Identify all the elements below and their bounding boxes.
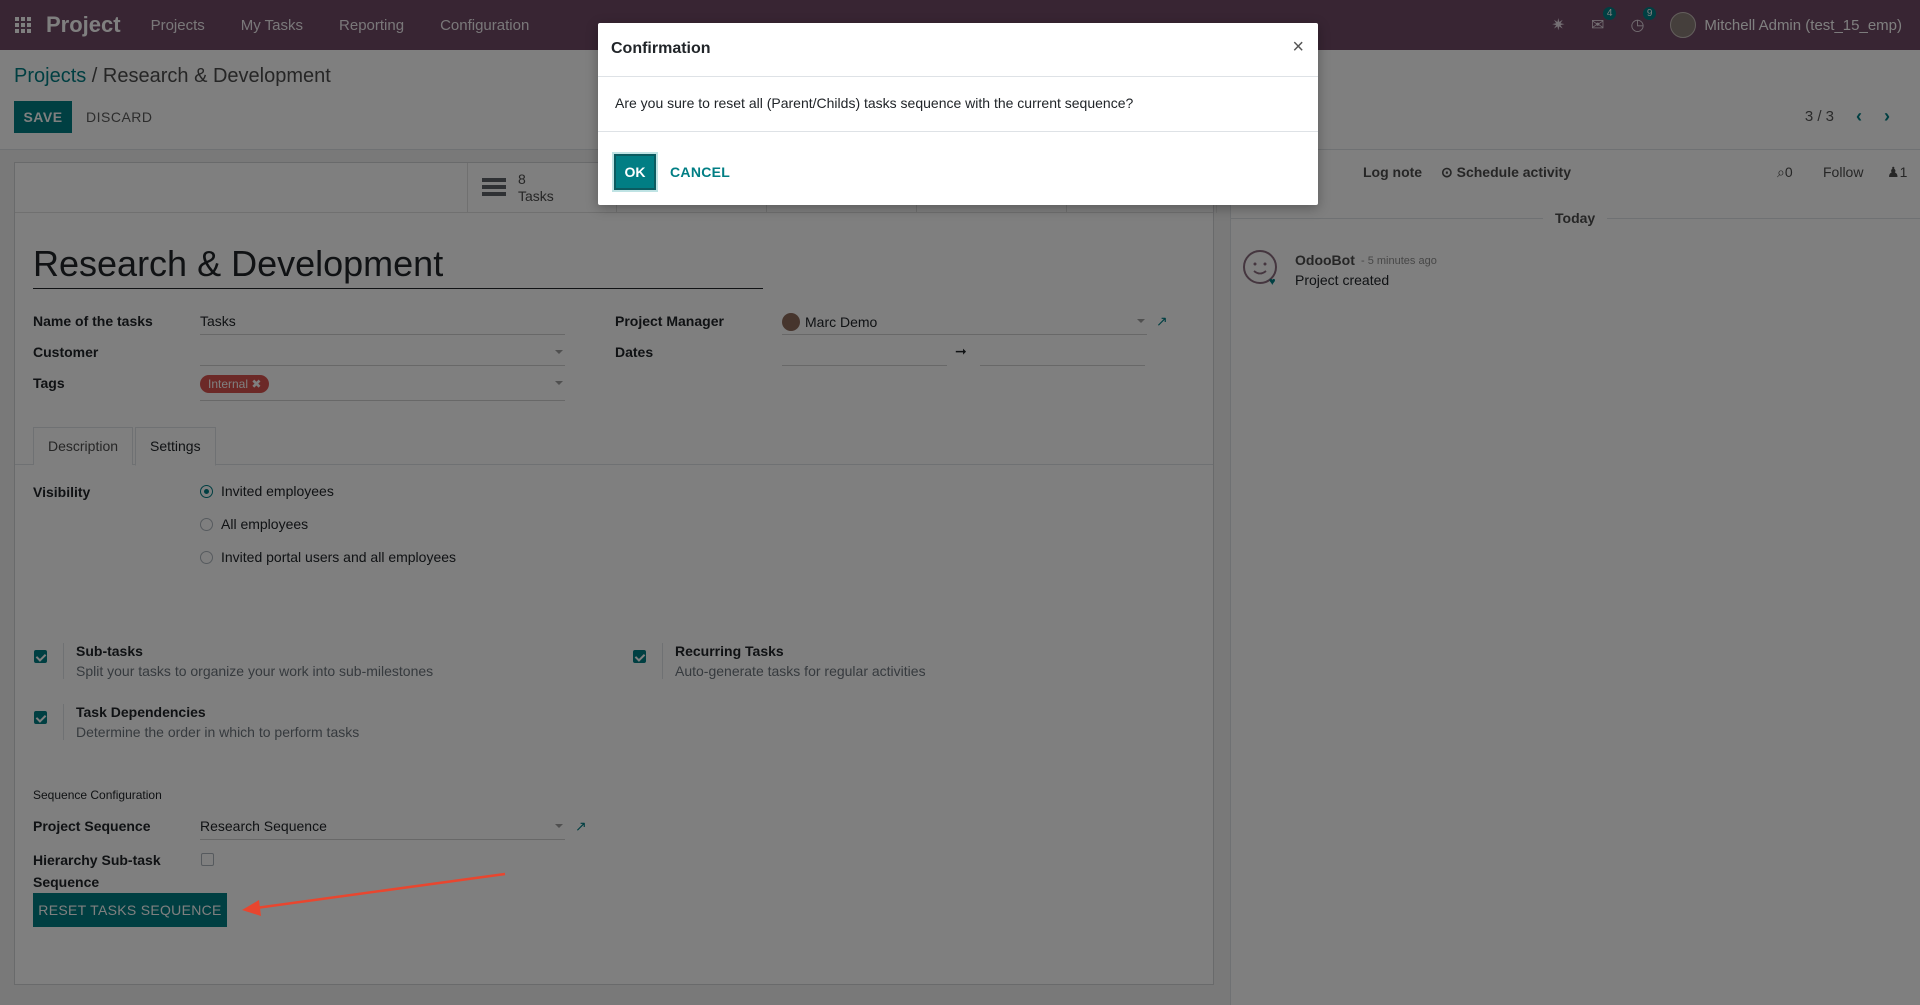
cancel-button[interactable]: CANCEL xyxy=(670,154,730,190)
dialog-body: Are you sure to reset all (Parent/Childs… xyxy=(598,77,1318,132)
dialog-message: Are you sure to reset all (Parent/Childs… xyxy=(615,95,1134,111)
dialog-header: Confirmation × xyxy=(598,23,1318,77)
close-icon[interactable]: × xyxy=(1292,36,1304,59)
ok-button[interactable]: OK xyxy=(614,154,656,190)
confirmation-dialog: Confirmation × Are you sure to reset all… xyxy=(598,23,1318,205)
dialog-title: Confirmation xyxy=(611,40,711,57)
